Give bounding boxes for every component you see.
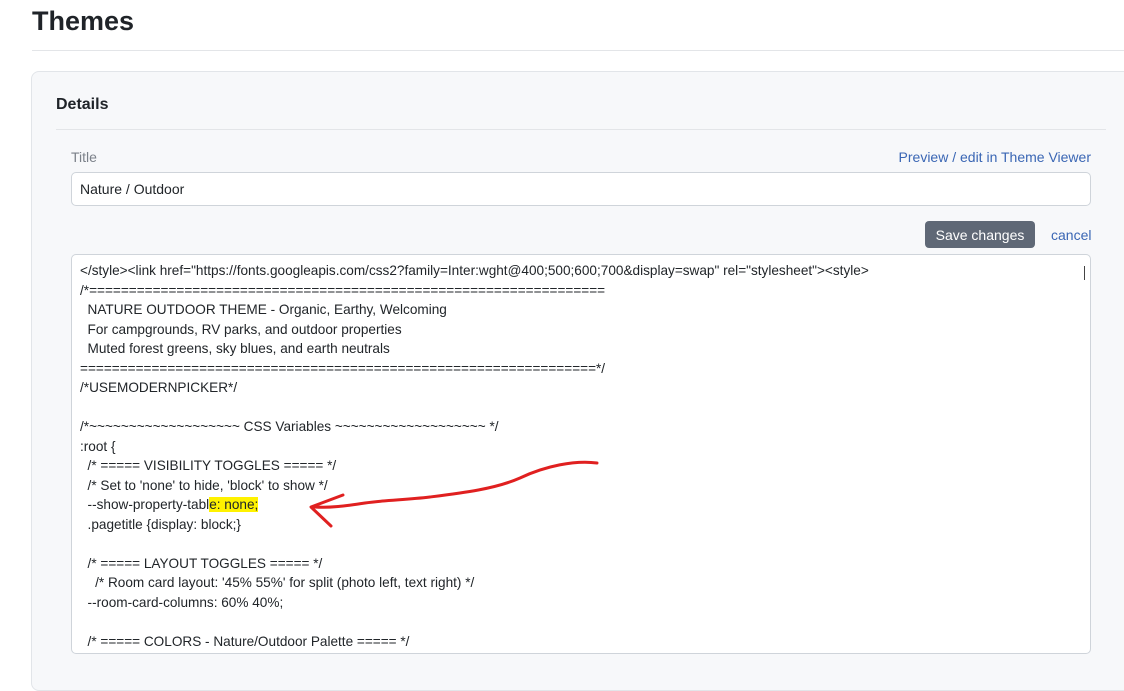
code-line: /* Room card layout: '45% 55%' for split… [80,575,475,590]
code-line: /* ===== COLORS - Nature/Outdoor Palette… [80,633,410,649]
code-line-text: --show-property-tabl [80,497,210,512]
code-line: /* Set to 'none' to hide, 'block' to sho… [80,477,328,493]
css-code-editor[interactable]: </style><link href="https://fonts.google… [71,254,1091,654]
code-line: Muted forest greens, sky blues, and eart… [80,341,390,356]
code-lines: </style><link href="https://fonts.google… [80,261,1070,651]
title-label: Title [71,149,97,165]
highlighted-code-text: e: none; [209,497,259,512]
code-line: ========================================… [80,360,606,376]
code-line: /*USEMODERNPICKER*/ [80,380,238,395]
code-line: /* ===== LAYOUT TOGGLES ===== */ [80,555,323,571]
code-line: </style><link href="https://fonts.google… [80,263,869,278]
code-line: .pagetitle {display: block;} [80,516,241,532]
text-caret [1084,266,1085,280]
code-line: --show-property-table: none; [80,495,1070,515]
code-line: For campgrounds, RV parks, and outdoor p… [80,321,402,337]
cancel-link[interactable]: cancel [1051,227,1091,243]
details-heading: Details [56,96,109,113]
code-line: :root { [80,438,116,454]
code-line: /*======================================… [80,282,606,298]
title-input[interactable] [71,172,1091,206]
code-line: NATURE OUTDOOR THEME - Organic, Earthy, … [80,302,447,317]
title-divider [32,50,1124,51]
code-line: /*~~~~~~~~~~~~~~~~~~~ CSS Variables ~~~~… [80,419,499,434]
page-title: Themes [32,6,135,36]
code-line: --room-card-columns: 60% 40%; [80,594,284,610]
theme-viewer-link[interactable]: Preview / edit in Theme Viewer [899,149,1091,165]
details-divider [56,129,1106,130]
save-changes-button[interactable]: Save changes [925,221,1035,248]
code-line: /* ===== VISIBILITY TOGGLES ===== */ [80,458,337,473]
